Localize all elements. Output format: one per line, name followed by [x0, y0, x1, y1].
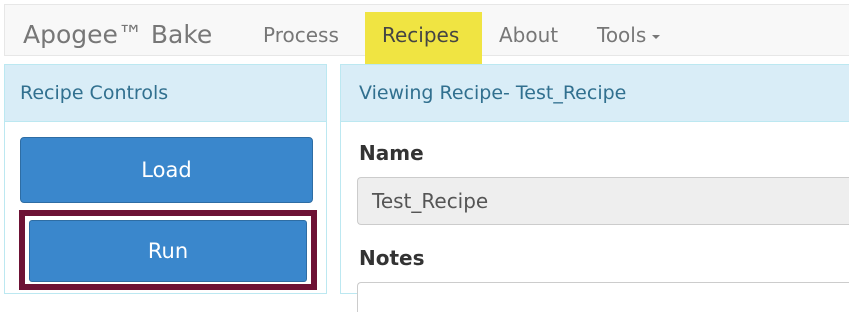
nav-about[interactable]: About: [499, 12, 558, 58]
load-button[interactable]: Load: [20, 137, 313, 203]
recipe-controls-heading: Recipe Controls: [5, 65, 326, 122]
brand-title[interactable]: Apogee™ Bake: [23, 15, 212, 55]
notes-label: Notes: [359, 246, 425, 270]
caret-down-icon: [652, 34, 661, 39]
run-button[interactable]: Run: [29, 220, 307, 282]
nav-recipes[interactable]: Recipes: [365, 12, 482, 64]
nav-tools-dropdown[interactable]: Tools: [597, 12, 661, 58]
navbar-bar: Apogee™ Bake Process Recipes About Tools: [4, 4, 849, 64]
name-label: Name: [359, 141, 424, 165]
viewing-recipe-heading: Viewing Recipe- Test_Recipe: [341, 65, 849, 122]
notes-field[interactable]: [357, 282, 849, 312]
top-navbar: Apogee™ Bake Process Recipes About Tools: [0, 0, 849, 64]
nav-process[interactable]: Process: [263, 12, 339, 58]
recipe-controls-panel: Recipe Controls Load Run: [4, 64, 327, 294]
recipe-name-field[interactable]: Test_Recipe: [357, 177, 849, 225]
nav-tools-label: Tools: [597, 23, 647, 47]
viewing-recipe-panel: Viewing Recipe- Test_Recipe Name Test_Re…: [340, 64, 849, 312]
run-button-highlight: Run: [19, 210, 317, 290]
